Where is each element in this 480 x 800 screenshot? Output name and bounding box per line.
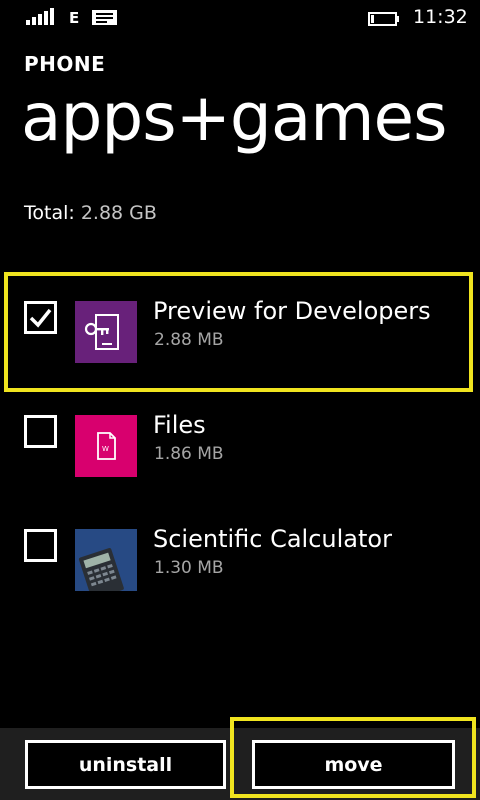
message-icon xyxy=(92,10,117,25)
app-checkbox[interactable] xyxy=(24,529,57,562)
battery-icon xyxy=(368,11,400,26)
scientific-calculator-icon xyxy=(75,529,137,600)
svg-text:W: W xyxy=(102,445,109,453)
move-button-highlight xyxy=(230,717,476,798)
status-bar: E 11:32 xyxy=(0,0,480,32)
files-icon: W xyxy=(75,415,137,477)
app-checkbox[interactable] xyxy=(24,415,57,448)
storage-total-value: 2.88 GB xyxy=(80,202,157,224)
signal-strength-icon xyxy=(26,8,54,25)
storage-total-label: Total: xyxy=(24,202,75,224)
app-name: Scientific Calculator xyxy=(153,525,392,553)
network-type-indicator: E xyxy=(69,9,80,27)
section-label: PHONE xyxy=(24,52,106,76)
list-item[interactable]: W Files 1.86 MB xyxy=(0,394,480,490)
selected-item-highlight xyxy=(4,272,473,392)
app-size: 1.30 MB xyxy=(154,558,224,578)
page-title: apps+games xyxy=(21,79,448,156)
status-clock: 11:32 xyxy=(413,6,468,28)
uninstall-button[interactable]: uninstall xyxy=(25,740,226,789)
storage-total: Total: 2.88 GB xyxy=(24,202,157,224)
list-item[interactable]: Scientific Calculator 1.30 MB xyxy=(0,508,480,604)
app-size: 1.86 MB xyxy=(154,444,224,464)
app-name: Files xyxy=(153,411,206,439)
